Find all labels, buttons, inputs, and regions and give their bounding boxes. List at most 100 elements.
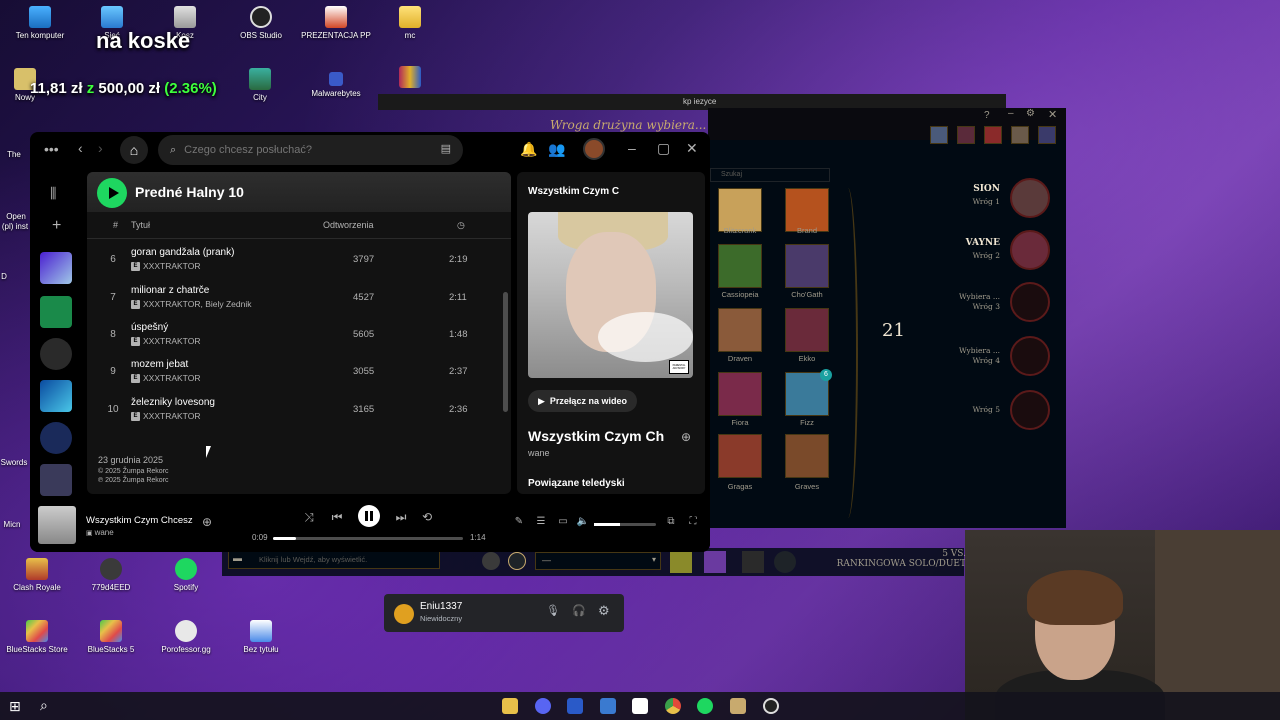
cover-smoke	[598, 312, 693, 362]
search-input[interactable]	[184, 144, 425, 156]
library-icon[interactable]: ⫼	[50, 185, 56, 202]
rune-button[interactable]	[482, 552, 500, 570]
champion-tile-chogath[interactable]	[785, 244, 829, 288]
back-arrow-icon[interactable]: ‹	[78, 140, 83, 156]
desktop-icon-bluestacks[interactable]: BlueStacks 5	[71, 620, 151, 654]
headphones-icon[interactable]: 🎧	[572, 604, 586, 617]
desktop-icon-779d[interactable]: 779d4EED	[71, 558, 151, 592]
ward-skin-button[interactable]	[774, 551, 796, 573]
chat-input[interactable]: ▬ Kliknij lub Wejdź, aby wyświetlić.	[228, 551, 440, 569]
desktop-icon-bluestacks-store[interactable]: BlueStacks Store	[0, 620, 77, 654]
previous-icon[interactable]: ⏮	[328, 510, 346, 525]
discord-avatar[interactable]	[394, 604, 414, 624]
browse-icon[interactable]: ▤	[441, 142, 451, 155]
summoner-spell-2[interactable]	[704, 551, 726, 573]
menu-dots-icon[interactable]: •••	[44, 141, 59, 157]
shuffle-icon[interactable]: ⤨	[300, 510, 318, 525]
home-button[interactable]: ⌂	[120, 136, 148, 164]
add-icon[interactable]: +	[52, 217, 61, 235]
liked-songs-thumb[interactable]	[40, 252, 72, 284]
obs-taskbar-icon[interactable]	[763, 698, 779, 714]
desktop-icon-obs[interactable]: OBS Studio	[221, 6, 301, 40]
desktop-icon-porofessor[interactable]: Porofessor.gg	[146, 620, 226, 654]
volume-icon[interactable]: 🔈	[574, 516, 592, 527]
saved-episodes-thumb[interactable]	[40, 296, 72, 328]
champion-tile-fiora[interactable]	[718, 372, 762, 416]
track-row[interactable]: 6 goran gandžala (prank) E XXXTRAKTOR 379…	[87, 244, 511, 280]
player-track-title[interactable]: Wszystkim Czym Chcesz	[86, 515, 193, 526]
track-row[interactable]: 9 mozem jebat E XXXTRAKTOR 3055 2:37	[87, 356, 511, 392]
notepad-icon[interactable]	[632, 698, 648, 714]
help-button[interactable]: ?	[984, 110, 990, 121]
search-icon[interactable]: ⌕	[40, 697, 48, 714]
summoner-spell-1[interactable]	[670, 551, 692, 573]
friends-icon[interactable]: 👥	[548, 141, 565, 158]
champion-tile-graves[interactable]	[785, 434, 829, 478]
close-icon[interactable]: ✕	[686, 140, 698, 157]
library-thumb-4[interactable]	[40, 380, 72, 412]
bell-icon[interactable]: 🔔	[520, 141, 537, 158]
skin-button[interactable]	[742, 551, 764, 573]
add-to-library-icon[interactable]: ⊕	[681, 430, 691, 444]
track-row[interactable]: 10 železniky lovesong E XXXTRAKTOR 3165 2…	[87, 394, 511, 430]
rune-page-dropdown[interactable]: — ▾	[535, 552, 661, 570]
volume-slider[interactable]	[594, 523, 656, 526]
desktop-icon-winrar[interactable]	[370, 66, 450, 91]
minimize-icon[interactable]: –	[628, 140, 636, 156]
track-row[interactable]: 8 úspešný E XXXTRAKTOR 5605 1:48	[87, 319, 511, 355]
edit-rune-button[interactable]	[508, 552, 526, 570]
now-playing-artist[interactable]: wane	[528, 448, 550, 458]
mini-album-cover[interactable]	[38, 506, 76, 544]
champion-tile-cassiopeia[interactable]	[718, 244, 762, 288]
track-row[interactable]: 7 milionar z chatrče E XXXTRAKTOR, Biely …	[87, 282, 511, 318]
connect-device-icon[interactable]: ▭	[554, 516, 572, 527]
switch-to-video-button[interactable]: ▶ Przełącz na wideo	[528, 390, 637, 412]
maximize-icon[interactable]: ▢	[657, 140, 670, 157]
profile-avatar[interactable]	[583, 138, 605, 160]
champion-search[interactable]: Szukaj	[710, 168, 830, 182]
pause-button[interactable]	[358, 505, 380, 527]
champion-tile-draven[interactable]	[718, 308, 762, 352]
desktop-icon-mc[interactable]: mc	[370, 6, 450, 40]
desktop-icon-malwarebytes[interactable]: Malwarebytes	[296, 72, 376, 98]
scrollbar[interactable]	[503, 292, 508, 412]
play-button[interactable]	[97, 178, 127, 208]
desktop-icon-presentation[interactable]: PREZENTACJA PP	[296, 6, 376, 40]
close-icon[interactable]: ✕	[1048, 108, 1057, 121]
champion-tile-fizz[interactable]: 6	[785, 369, 832, 416]
add-icon[interactable]: ⊕	[202, 515, 212, 529]
library-thumb-5[interactable]	[40, 422, 72, 454]
repeat-icon[interactable]: ⟲	[418, 510, 436, 524]
playlist-title: Predné Halny 10	[135, 184, 244, 200]
discord-taskbar-icon[interactable]	[535, 698, 551, 714]
desktop-icon-left-4[interactable]: D	[0, 272, 24, 281]
champion-tile-gragas[interactable]	[718, 434, 762, 478]
microphone-icon[interactable]: 🎙	[546, 604, 560, 617]
windows-start-icon[interactable]: ⊞	[9, 698, 21, 715]
word-icon[interactable]	[567, 698, 583, 714]
desktop-icon-spotify[interactable]: Spotify	[146, 558, 226, 592]
settings-icon[interactable]: ⚙	[598, 603, 610, 619]
search-box[interactable]: ⌕ ▤	[158, 135, 463, 165]
league-taskbar-icon[interactable]	[730, 698, 746, 714]
next-icon[interactable]: ⏭	[392, 510, 410, 525]
file-explorer-icon[interactable]	[502, 698, 518, 714]
desktop-icon-city[interactable]: City	[230, 68, 290, 102]
progress-bar[interactable]	[273, 537, 463, 540]
champion-tile-ekko[interactable]	[785, 308, 829, 352]
queue-icon[interactable]: ☰	[532, 516, 550, 527]
lyrics-icon[interactable]: ✎	[510, 516, 528, 527]
forward-arrow-icon[interactable]: ›	[98, 140, 103, 156]
minimize-icon[interactable]: –	[1008, 108, 1014, 119]
desktop-icon-this-pc[interactable]: Ten komputer	[0, 6, 80, 40]
settings-icon[interactable]: ⚙	[1026, 108, 1035, 119]
spotify-taskbar-icon[interactable]	[697, 698, 713, 714]
desktop-icon-bez-tytulu[interactable]: Bez tytułu	[221, 620, 301, 654]
app-window-icon[interactable]	[600, 698, 616, 714]
miniplayer-icon[interactable]: ⧉	[662, 516, 680, 527]
fullscreen-icon[interactable]: ⛶	[684, 516, 702, 527]
library-thumb-3[interactable]	[40, 338, 72, 370]
chrome-icon[interactable]	[665, 698, 681, 714]
desktop-icon-clash-royale[interactable]: Clash Royale	[0, 558, 77, 592]
library-thumb-6[interactable]	[40, 464, 72, 496]
